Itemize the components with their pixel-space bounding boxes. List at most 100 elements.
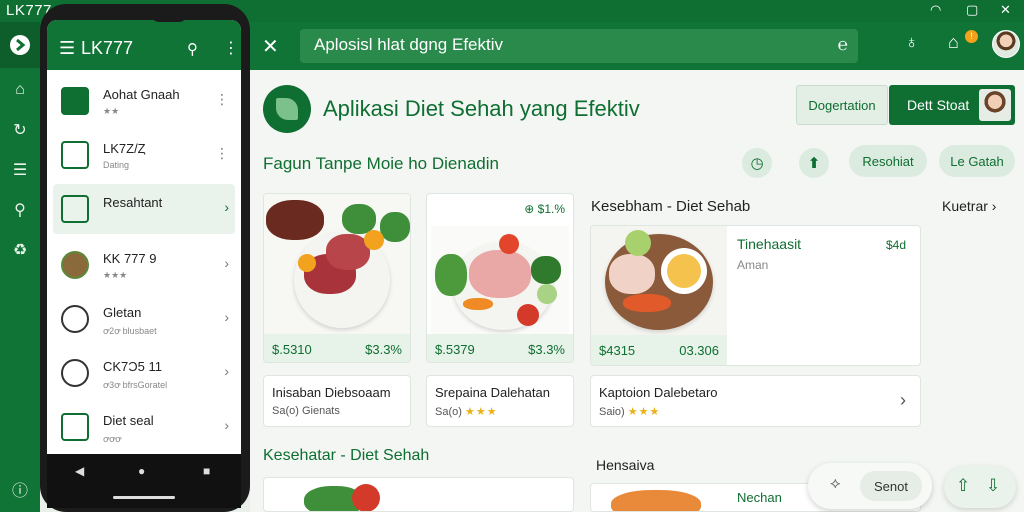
item-sub: ꝍ2ꝍ blusbaet [103, 326, 157, 336]
chevron-right-icon[interactable]: › [224, 309, 229, 325]
cucumber [625, 230, 651, 256]
food-card[interactable]: $.5310 $3.3% [263, 193, 411, 363]
floating-button[interactable]: Senot [860, 471, 922, 501]
tomato [364, 230, 384, 250]
food-card[interactable] [263, 477, 574, 512]
card-sub: Aman [737, 258, 769, 272]
user-avatar[interactable] [992, 30, 1020, 58]
back-icon[interactable]: ◀ [75, 464, 84, 478]
rating-stars: ★★★ [464, 406, 498, 418]
hand-icon [61, 359, 89, 387]
list-item-active[interactable]: Resahtant › [53, 184, 235, 234]
timer-button[interactable]: ◷ [742, 148, 772, 178]
primary-button[interactable]: Dett Stoat [889, 85, 1015, 125]
location-icon[interactable]: ♁ [905, 32, 919, 53]
list-card[interactable]: Srepaina Dalehatan Sa(o) ★★★ [426, 375, 574, 427]
item-title: Diet seal [103, 413, 154, 428]
featured-card[interactable]: Tinehaasit $4d Aman $4315 03.306 [590, 225, 921, 366]
list-item[interactable]: LK7Z/Ȥ Dating ⋮ [47, 130, 241, 180]
page-subtitle: Fagun Tanpe Moie ho Dienadin [263, 154, 499, 173]
floating-toolbar: ⟡ Senot [808, 463, 932, 509]
recycle-icon[interactable]: ♻ [8, 238, 32, 262]
clear-search-icon[interactable]: ℮ [838, 35, 848, 55]
filter-pill-1[interactable]: Resohiat [849, 145, 927, 177]
chevron-right-icon[interactable]: › [900, 390, 906, 411]
card-price: $4d [885, 238, 906, 252]
phone-nav-bar: ◀ ● ■ [47, 454, 241, 508]
tomato [352, 484, 380, 511]
more-icon[interactable]: ⋮ [215, 145, 229, 162]
soup [667, 254, 701, 288]
section-header: Hensaiva [596, 457, 655, 473]
close-icon[interactable]: ✕ [262, 34, 279, 59]
list-card[interactable]: Kaptoion Dalebetaro Saio) ★★★ › [590, 375, 921, 427]
list-item[interactable]: CK7Ɔ5 11 ꝍ3ꝍ bfrsGoratel › [47, 348, 241, 398]
item-title: CK7Ɔ5 11 [103, 359, 163, 374]
list-item[interactable]: KK 777 9 ★★★ › [47, 240, 241, 290]
person-icon [61, 305, 89, 333]
list-card-title: Kaptoion Dalebetaro [599, 385, 718, 400]
up-arrow-button[interactable]: ⬆ [799, 148, 829, 178]
list-item[interactable]: Gletan ꝍ2ꝍ blusbaet › [47, 294, 241, 344]
menu-icon[interactable]: ☰ [59, 38, 75, 59]
list-card-sub: Sa(o) Gienats [272, 405, 340, 417]
cucumber [537, 284, 557, 304]
home-icon[interactable]: ⌂ [8, 78, 32, 102]
download-icon[interactable]: ⇩ [986, 476, 1000, 496]
chevron-right-icon[interactable]: › [224, 363, 229, 379]
list-card-sub: Saio) ★★★ [599, 405, 660, 418]
food-photo [264, 194, 410, 334]
carrot [463, 298, 493, 310]
phone-app-bar: ☰ LK777 ⚲ ⋮ [47, 28, 241, 70]
floating-actions: ⇧ ⇩ [944, 466, 1016, 508]
search-input[interactable]: Aplosisl hlat dgng Efektiv ℮ [300, 29, 858, 63]
refresh-icon[interactable]: ↻ [8, 118, 32, 142]
avatar [979, 89, 1011, 121]
filter-pill-2[interactable]: Le Gatah [939, 145, 1015, 177]
item-sub: ꝍ3ꝍ bfrsGoratel [103, 380, 168, 390]
shape-icon[interactable]: ⟡ [830, 475, 841, 493]
food-card[interactable]: ⊕ $1.% $.5379 $3.3% [426, 193, 574, 363]
maximize-icon[interactable]: ▢ [966, 2, 978, 18]
price: $4315 [599, 343, 636, 358]
price-row: $4315 03.306 [591, 335, 727, 365]
notification-icon[interactable]: ⌂ [948, 32, 959, 53]
price-row: $.5379 $3.3% [427, 334, 573, 362]
recents-icon[interactable]: ■ [203, 464, 210, 478]
item-title: Resahtant [103, 195, 163, 210]
list-card-title: Inisaban Diebsoaam [272, 385, 391, 400]
carrot [623, 294, 671, 312]
section-header: Kesehatar - Diet Sehah [263, 447, 430, 464]
app-logo-icon[interactable] [8, 33, 32, 57]
gesture-bar[interactable] [113, 496, 175, 499]
section-link[interactable]: Kuetrar › [942, 198, 996, 214]
notification-badge: ! [965, 30, 978, 43]
food [611, 490, 701, 511]
upload-icon[interactable]: ⇧ [956, 476, 970, 496]
list-card[interactable]: Inisaban Diebsoaam Sa(o) Gienats [263, 375, 411, 427]
list-item[interactable]: Diet seal ꝍꝍꝍ › [47, 402, 241, 452]
rating-stars: ★★★ [627, 406, 661, 418]
chevron-right-icon[interactable]: › [224, 417, 229, 433]
info-icon[interactable]: ⓘ [8, 477, 32, 501]
more-icon[interactable]: ⋮ [223, 38, 239, 58]
list-card-sub-text: Sa(o) [435, 406, 462, 418]
phone-title: LK777 [81, 38, 134, 58]
list-item[interactable]: Aohat Gnaah ★★ ⋮ [47, 76, 241, 126]
scale-icon [61, 195, 89, 223]
close-icon[interactable]: ✕ [1000, 2, 1011, 18]
more-icon[interactable]: ⋮ [215, 91, 229, 108]
price: $.5379 [435, 342, 475, 357]
home-icon[interactable]: ● [138, 464, 145, 478]
item-sub: Dating [103, 160, 130, 170]
chevron-right-icon[interactable]: › [224, 255, 229, 271]
search-icon[interactable]: ⚲ [187, 40, 198, 58]
chicken [609, 254, 655, 294]
secondary-button[interactable]: Dogertation [796, 85, 888, 125]
box-icon [61, 413, 89, 441]
item-sub: ★★★ [103, 270, 128, 280]
list-icon[interactable]: ☰ [8, 158, 32, 182]
food-photo: ⊕ $1.% [427, 194, 573, 334]
link-icon[interactable]: ⚲ [8, 198, 32, 222]
chevron-right-icon[interactable]: › [224, 199, 229, 215]
